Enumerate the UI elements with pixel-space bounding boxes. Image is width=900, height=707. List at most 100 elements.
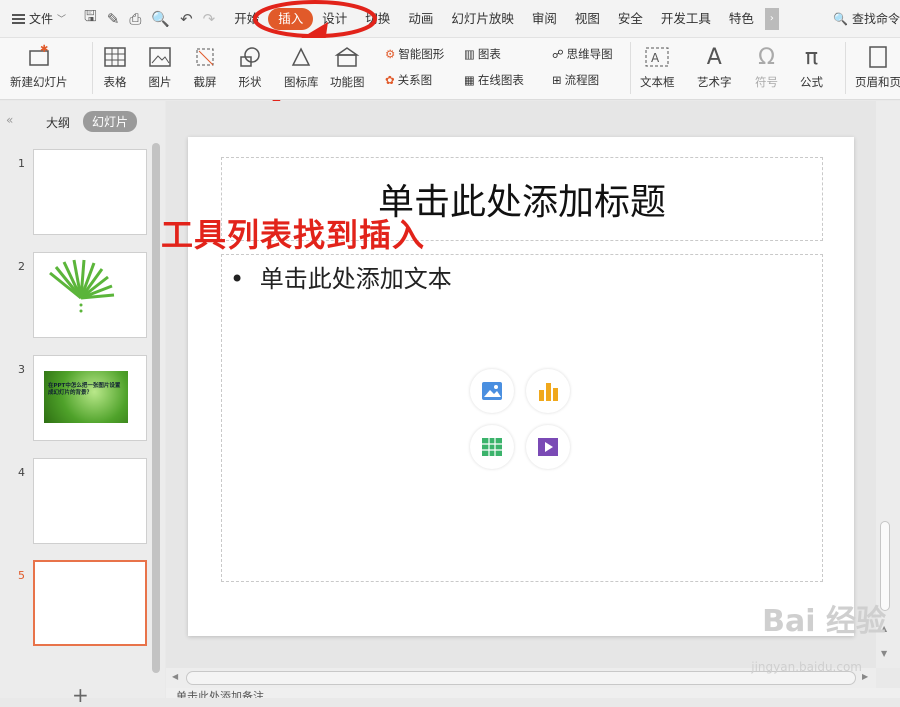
header-footer-label: 页眉和页	[855, 75, 900, 89]
textbox-button[interactable]: A 文本框	[640, 44, 675, 90]
slide-thumbnail-4[interactable]	[33, 458, 147, 544]
divider	[630, 42, 631, 94]
omega-icon: Ω	[758, 44, 775, 70]
content-placeholder[interactable]: • 单击此处添加文本	[221, 254, 823, 582]
bar-chart-icon	[539, 383, 558, 401]
watermark-url: jingyan.baidu.com	[751, 660, 862, 674]
function-chart-button[interactable]: 功能图	[330, 44, 365, 90]
shape-icon	[238, 44, 262, 70]
scroll-down-icon[interactable]: ▼	[881, 649, 887, 658]
new-slide-label: 新建幻灯片	[10, 75, 68, 89]
mindmap-button[interactable]: ☍ 思维导图	[552, 46, 613, 62]
flowchart-icon: ⊞	[552, 73, 562, 87]
tab-outline[interactable]: 大纲	[46, 114, 70, 131]
icon-library-icon	[289, 44, 313, 70]
slide-thumbnail-3[interactable]: 在PPT中怎么把一张图片设置成幻灯片的背景？	[33, 355, 147, 441]
table-button[interactable]: 表格	[103, 44, 127, 90]
panel-scrollbar[interactable]	[152, 143, 160, 673]
symbol-button[interactable]: Ω 符号	[755, 44, 778, 90]
smart-shape-icon: ⚙	[385, 47, 396, 61]
relation-chart-button[interactable]: ✿ 关系图	[385, 72, 432, 88]
smart-shape-button[interactable]: ⚙ 智能图形	[385, 46, 444, 62]
scroll-left-icon[interactable]: ◀	[172, 672, 178, 681]
function-chart-label: 功能图	[330, 75, 365, 89]
online-chart-label: 在线图表	[477, 73, 524, 87]
tab-slides[interactable]: 幻灯片	[83, 111, 138, 132]
annotation-text: 工具列表找到插入	[161, 216, 426, 254]
wordart-label: 艺术字	[697, 75, 732, 89]
slide3-caption: 在PPT中怎么把一张图片设置成幻灯片的背景？	[48, 383, 121, 396]
smart-shape-label: 智能图形	[398, 47, 445, 61]
notes-area[interactable]: 单击此处添加备注	[166, 688, 900, 698]
add-slide-icon[interactable]: +	[72, 683, 89, 707]
divider	[845, 42, 846, 94]
mindmap-label: 思维导图	[566, 47, 613, 61]
slide-thumbnail-2[interactable]	[33, 252, 147, 338]
screenshot-button[interactable]: 截屏	[193, 44, 217, 90]
icon-library-label: 图标库	[284, 75, 319, 89]
insert-video-button[interactable]	[526, 425, 570, 469]
header-footer-icon	[868, 44, 888, 70]
content-placeholder-text: 单击此处添加文本	[259, 265, 452, 293]
green-background-image: 在PPT中怎么把一张图片设置成幻灯片的背景？	[44, 371, 128, 423]
formula-label: 公式	[800, 75, 823, 89]
divider	[92, 42, 93, 94]
slide-number: 3	[18, 363, 25, 376]
bullet-icon: •	[230, 265, 245, 293]
new-slide-button[interactable]: ✱ 新建幻灯片	[10, 44, 68, 90]
table-label: 表格	[103, 75, 127, 89]
notes-placeholder: 单击此处添加备注	[176, 690, 264, 698]
slide-thumbnail-5[interactable]	[33, 560, 147, 646]
insert-chart-button[interactable]	[526, 369, 570, 413]
slide-number: 5	[18, 569, 25, 582]
bullet-line: • 单击此处添加文本	[230, 259, 452, 294]
slide-number: 4	[18, 466, 25, 479]
screenshot-label: 截屏	[193, 75, 217, 89]
online-chart-button[interactable]: ▦ 在线图表	[464, 72, 524, 88]
screenshot-icon	[193, 44, 217, 70]
wordart-icon: A	[706, 44, 722, 70]
icon-library-button[interactable]: 图标库	[284, 44, 319, 90]
panel-header: « 大纲 幻灯片	[0, 109, 160, 139]
chart-icon: ▥	[464, 47, 475, 61]
ribbon-toolbar: ✱ 新建幻灯片 表格 图片 截屏 形状 图标库 功能图 ⚙ 智能图形 ▥ 图表 …	[0, 38, 900, 100]
table-icon	[482, 438, 502, 456]
textbox-label: 文本框	[640, 75, 675, 89]
shape-button[interactable]: 形状	[238, 44, 262, 90]
vertical-scrollbar[interactable]: ▲ ▼	[876, 101, 900, 668]
textbox-icon: A	[644, 44, 670, 70]
online-chart-icon: ▦	[464, 73, 475, 87]
svg-text:✱: ✱	[40, 44, 48, 55]
svg-text:A: A	[651, 51, 660, 65]
function-chart-icon	[334, 44, 360, 70]
insert-table-button[interactable]	[470, 425, 514, 469]
formula-button[interactable]: π 公式	[800, 44, 823, 90]
relation-icon: ✿	[385, 73, 395, 87]
slide-number: 2	[18, 260, 25, 273]
header-footer-button[interactable]: 页眉和页	[855, 44, 900, 90]
table-icon	[103, 44, 127, 70]
pi-icon: π	[804, 44, 819, 70]
slide-number: 1	[18, 157, 25, 170]
slide-panel: « 大纲 幻灯片 1 2 3 在PPT中怎么把一张图片设置成幻灯片的背景？ 4 …	[0, 101, 165, 707]
wordart-button[interactable]: A 艺术字	[697, 44, 732, 90]
picture-icon	[148, 44, 172, 70]
picture-icon	[482, 382, 502, 400]
fan-graphic	[49, 259, 115, 313]
relation-label: 关系图	[397, 73, 433, 87]
mindmap-icon: ☍	[552, 47, 564, 61]
shape-label: 形状	[238, 75, 262, 89]
flowchart-button[interactable]: ⊞ 流程图	[552, 72, 599, 88]
insert-picture-button[interactable]	[470, 369, 514, 413]
scroll-right-icon[interactable]: ▶	[862, 672, 868, 681]
video-icon	[538, 438, 558, 456]
baidu-watermark: Bai 经验	[762, 604, 886, 639]
picture-button[interactable]: 图片	[148, 44, 172, 90]
flowchart-label: 流程图	[564, 73, 600, 87]
symbol-label: 符号	[755, 75, 778, 89]
chart-button[interactable]: ▥ 图表	[464, 46, 501, 62]
picture-label: 图片	[148, 75, 172, 89]
collapse-panel-icon[interactable]: «	[6, 113, 13, 127]
new-slide-icon: ✱	[26, 44, 52, 70]
slide-thumbnail-1[interactable]	[33, 149, 147, 235]
